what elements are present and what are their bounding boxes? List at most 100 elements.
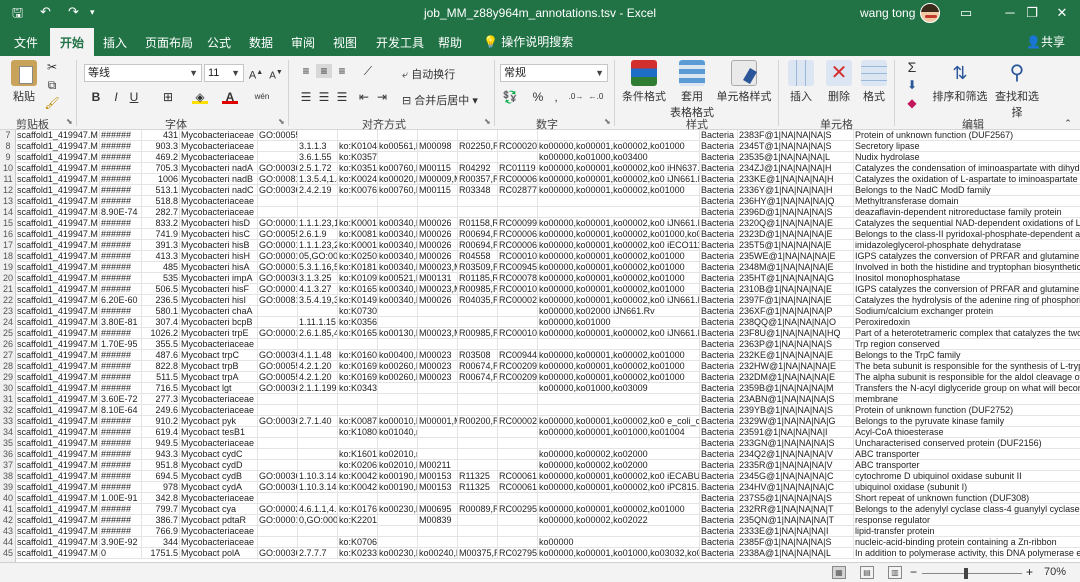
row-number[interactable]: 25 [0,328,16,338]
cell[interactable]: Bacteria [700,284,738,295]
cell[interactable]: GO:00055 [258,229,298,240]
cell[interactable]: scaffold1_419947.M [16,383,100,394]
cell[interactable]: Mycobacteriaceae [180,526,258,537]
cell[interactable]: Bacteria [700,273,738,284]
cell[interactable]: 2320Q@1|NA|NA|NA|E [738,218,854,229]
cell[interactable]: ko:K03438,ko:K13292 [338,383,378,394]
cell[interactable]: 4.1.1.48 [298,350,338,361]
cell[interactable]: GO:00055 [258,372,298,383]
cell[interactable]: scaffold1_419947.M [16,394,100,405]
font-size-select[interactable]: 11 ▼ [204,64,244,82]
cell[interactable] [378,317,418,328]
cell[interactable]: ###### [100,163,142,174]
cell[interactable]: 236.5 [142,295,180,306]
cell[interactable]: Bacteria [700,372,738,383]
cell[interactable]: ###### [100,427,142,438]
cell[interactable]: ###### [100,240,142,251]
cell[interactable]: M00153 [418,482,458,493]
cell[interactable]: M00023,M [418,262,458,273]
spreadsheet-grid[interactable]: 7 8 9 10 11 12 13 14 15 16 17 18 19 20 21 22 23 24 25 26 27 2… [0,130,1080,562]
cell[interactable] [298,130,338,141]
cell[interactable] [338,405,378,416]
cell[interactable]: R03348 [458,185,498,196]
cell[interactable]: ko:K03574 [338,152,378,163]
cell[interactable]: scaffold1_419947.M [16,141,100,152]
cell[interactable]: Mycobact pyk [180,416,258,427]
cell[interactable]: ko00020,ko [378,174,418,185]
cell-styles-button[interactable]: 单元格样式 [716,60,772,104]
cell[interactable]: ABC transporter [854,460,1080,471]
cell[interactable]: Bacteria [700,185,738,196]
cell[interactable]: 386.7 [142,515,180,526]
user-name[interactable]: wang tong [860,6,915,20]
cell[interactable]: IGPS catalyzes the conversion of PRFAR a… [854,251,1080,262]
cell[interactable]: 2345T@1|NA|NA|NA|S [738,141,854,152]
cell[interactable]: 943.3 [142,449,180,460]
tab-insert[interactable]: 插入 [103,34,127,51]
cell[interactable] [418,438,458,449]
cell[interactable]: 1751.5 [142,548,180,559]
cell[interactable]: Mycobacteriaceae [180,339,258,350]
cell[interactable]: Short repeat of unknown function (DUF308… [854,493,1080,504]
cell[interactable]: ko00000,ko00001,ko00002,ko01000 [538,504,700,515]
cell[interactable]: R00694,R [458,240,498,251]
cell[interactable]: 232KE@1|NA|NA|NA|E [738,350,854,361]
cell[interactable]: Mycobact lgt [180,383,258,394]
cell[interactable]: 3.1.3.25 [298,273,338,284]
row-number[interactable]: 12 [0,185,16,195]
cell[interactable]: scaffold1_419947.M [16,482,100,493]
cell[interactable]: 2397F@1|NA|NA|NA|E [738,295,854,306]
cell[interactable]: ko00400,k [378,350,418,361]
cell[interactable]: 511.5 [142,372,180,383]
save-icon[interactable]: 🖫 [12,4,23,26]
cell[interactable]: M00153 [418,471,458,482]
cell[interactable] [538,526,700,537]
cell[interactable]: Belongs to the class-II pyridoxal-phosph… [854,229,1080,240]
increase-font-icon[interactable]: A▲ [248,66,264,82]
cell[interactable]: R11325 [458,471,498,482]
cell[interactable]: ko00340,k [378,295,418,306]
cell[interactable]: RC00061 [498,471,538,482]
cell[interactable]: scaffold1_419947.M [16,537,100,548]
cell[interactable] [458,306,498,317]
tab-review[interactable]: 审阅 [291,34,315,51]
row-number[interactable]: 10 [0,163,16,173]
cell[interactable]: GO:00036 [258,273,298,284]
cell[interactable] [378,526,418,537]
cell[interactable]: Mycobacteri hisF [180,284,258,295]
cell[interactable]: 1006 [142,174,180,185]
cell[interactable] [458,394,498,405]
cell[interactable]: 1.00E-91 [100,493,142,504]
cell[interactable]: Uncharacterised conserved protein (DUF21… [854,438,1080,449]
cell[interactable] [498,526,538,537]
cell[interactable]: 833.2 [142,218,180,229]
cell[interactable] [538,493,700,504]
cell[interactable] [458,427,498,438]
cell[interactable]: 487.6 [142,350,180,361]
cell[interactable]: 2359B@1|NA|NA|NA|M [738,383,854,394]
row-number[interactable]: 13 [0,196,16,206]
cell[interactable]: GO:00081 [258,295,298,306]
cell[interactable]: 1.10.3.14 [298,471,338,482]
cell[interactable]: ko00000,ko00001,ko01000,ko01004 [538,427,700,438]
number-format-select[interactable]: 常规 ▼ [500,64,608,82]
cell[interactable]: ko:K03564 [338,317,378,328]
cell[interactable] [418,394,458,405]
cell[interactable]: Protein of unknown function (DUF2567) [854,130,1080,141]
cell[interactable]: GO:00001 [258,328,298,339]
cell[interactable]: R03508 [458,350,498,361]
cell[interactable]: ko:K01814 [338,262,378,273]
cell[interactable]: scaffold1_419947.M [16,405,100,416]
cell[interactable]: ko00000,ko02000 iJN661.Rv [538,306,700,317]
cell[interactable] [498,493,538,504]
cell[interactable] [258,449,298,460]
orientation-icon[interactable]: ⟋ [360,64,376,78]
cell[interactable] [498,427,538,438]
cell[interactable] [418,405,458,416]
cell[interactable]: ###### [100,196,142,207]
cell[interactable] [258,460,298,471]
cell[interactable]: 978 [142,482,180,493]
cell[interactable] [458,317,498,328]
cell[interactable] [538,207,700,218]
cell[interactable]: Bacteria [700,493,738,504]
